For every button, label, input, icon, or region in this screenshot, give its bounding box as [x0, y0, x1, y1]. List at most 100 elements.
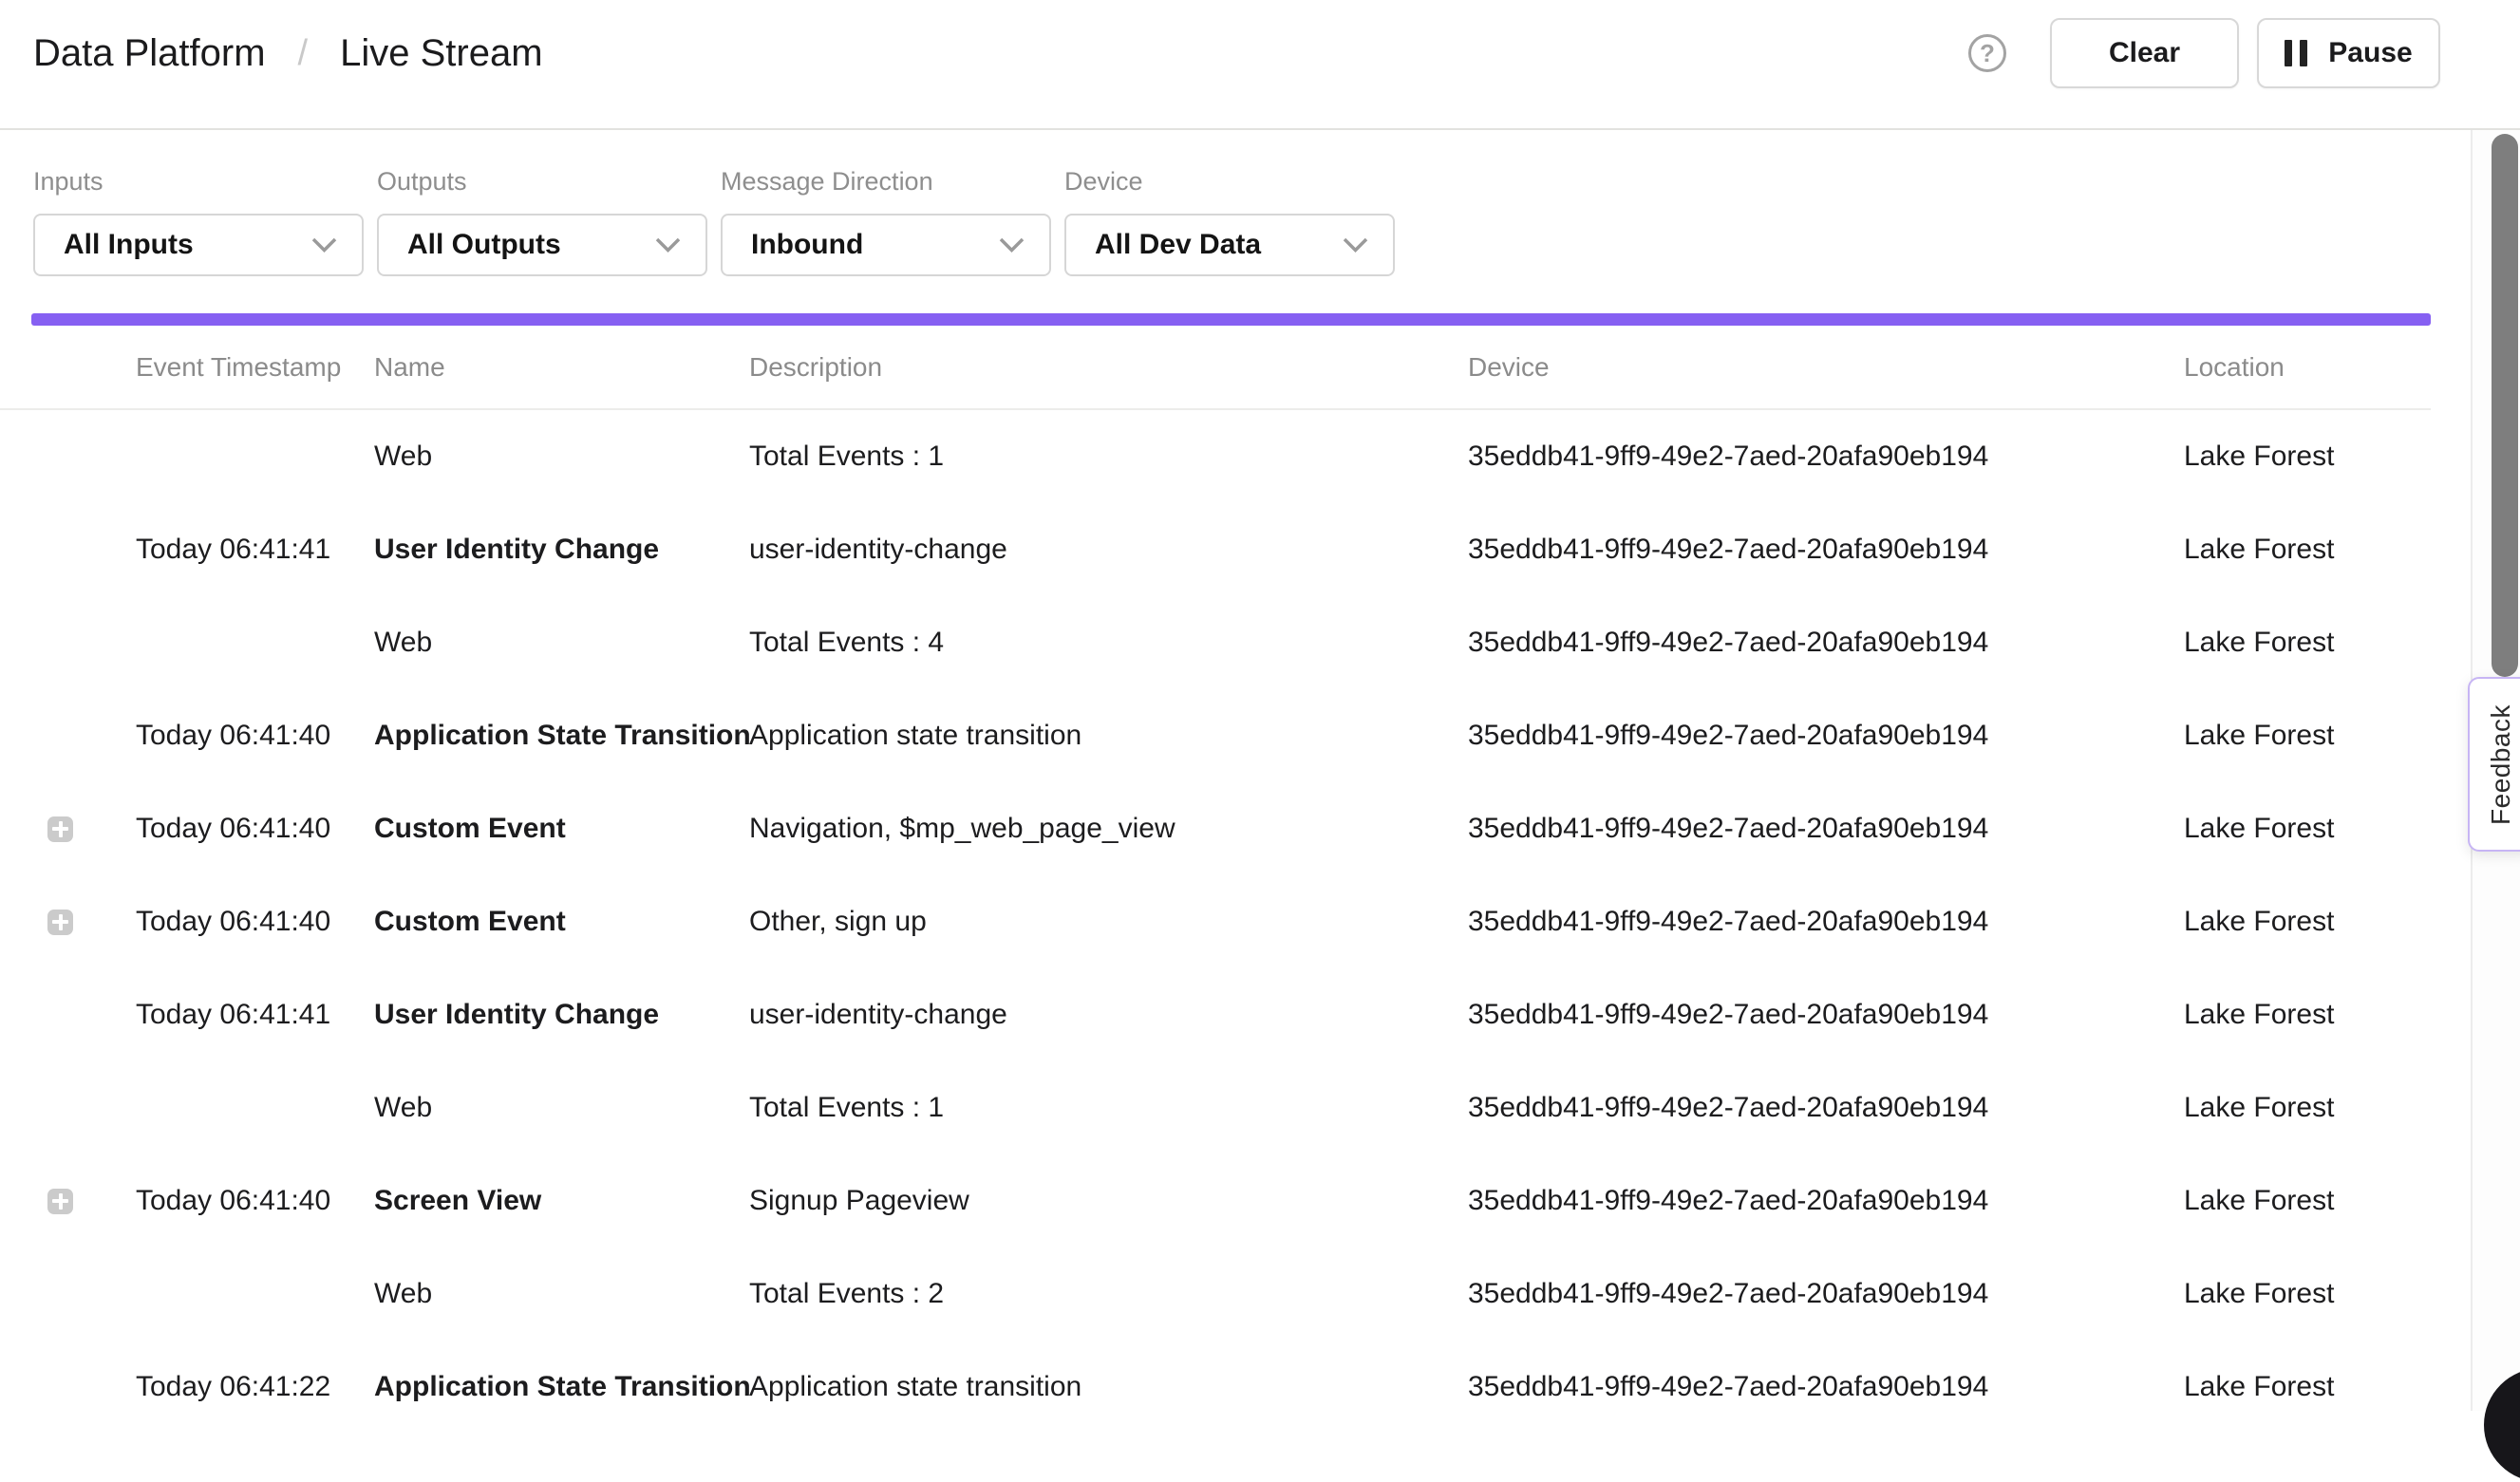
pause-button[interactable]: Pause	[2257, 18, 2440, 88]
column-header-device: Device	[1468, 352, 2184, 383]
cell-device: 35eddb41-9ff9-49e2-7aed-20afa90eb194	[1468, 1371, 2184, 1403]
clear-button[interactable]: Clear	[2050, 18, 2239, 88]
chevron-down-icon	[311, 237, 337, 253]
cell-name: Screen View	[374, 1185, 749, 1217]
cell-timestamp: Today 06:41:22	[136, 1371, 374, 1403]
cell-name: Web	[374, 627, 749, 659]
cell-description: Total Events : 1	[749, 1092, 1468, 1124]
feedback-tab[interactable]: Feedback	[2468, 677, 2520, 852]
table-row[interactable]: Today 06:41:40Custom EventOther, sign up…	[0, 875, 2431, 968]
cell-description: Total Events : 1	[749, 441, 1468, 473]
filter-label-message-direction: Message Direction	[721, 167, 1051, 197]
table-row[interactable]: Today 06:41:40Application State Transiti…	[0, 689, 2431, 782]
filter-label-device: Device	[1064, 167, 1395, 197]
help-icon[interactable]: ?	[1968, 34, 2006, 72]
message-direction-select-value: Inbound	[751, 229, 863, 261]
chevron-down-icon	[999, 237, 1025, 253]
top-bar: Data Platform / Live Stream ? Clear Paus…	[0, 0, 2520, 128]
cell-device: 35eddb41-9ff9-49e2-7aed-20afa90eb194	[1468, 720, 2184, 752]
breadcrumb-data-platform[interactable]: Data Platform	[33, 32, 266, 75]
pause-icon	[2285, 40, 2307, 66]
expand-plus-icon[interactable]	[47, 910, 73, 935]
cell-timestamp: Today 06:41:40	[136, 1185, 374, 1217]
cell-description: Other, sign up	[749, 906, 1468, 938]
table-header-row: Event TimestampNameDescriptionDeviceLoca…	[0, 326, 2431, 410]
device-select[interactable]: All Dev Data	[1064, 214, 1395, 276]
cell-description: user-identity-change	[749, 534, 1468, 566]
table-row[interactable]: Today 06:41:41User Identity Changeuser-i…	[0, 503, 2431, 596]
outputs-select[interactable]: All Outputs	[377, 214, 707, 276]
table-row[interactable]: WebTotal Events : 235eddb41-9ff9-49e2-7a…	[0, 1248, 2431, 1341]
cell-location: Lake Forest	[2184, 1092, 2431, 1124]
expand-plus-icon[interactable]	[47, 1189, 73, 1214]
cell-description: Application state transition	[749, 720, 1468, 752]
cell-name: Web	[374, 441, 749, 473]
cell-timestamp: Today 06:41:40	[136, 813, 374, 845]
cell-location: Lake Forest	[2184, 720, 2431, 752]
breadcrumb-live-stream: Live Stream	[340, 32, 542, 75]
cell-description: Signup Pageview	[749, 1185, 1468, 1217]
breadcrumb-separator-icon: /	[298, 33, 309, 74]
expand-plus-icon[interactable]	[47, 816, 73, 842]
filter-label-inputs: Inputs	[33, 167, 364, 197]
cell-description: Total Events : 2	[749, 1278, 1468, 1310]
cell-location: Lake Forest	[2184, 534, 2431, 566]
inputs-select[interactable]: All Inputs	[33, 214, 364, 276]
outputs-select-value: All Outputs	[407, 229, 561, 261]
top-bar-actions: ? Clear Pause	[1968, 0, 2440, 106]
cell-device: 35eddb41-9ff9-49e2-7aed-20afa90eb194	[1468, 1185, 2184, 1217]
cell-name: User Identity Change	[374, 534, 749, 566]
cell-device: 35eddb41-9ff9-49e2-7aed-20afa90eb194	[1468, 813, 2184, 845]
scrollbar-thumb[interactable]	[2492, 134, 2518, 677]
cell-device: 35eddb41-9ff9-49e2-7aed-20afa90eb194	[1468, 906, 2184, 938]
cell-name: Web	[374, 1278, 749, 1310]
cell-device: 35eddb41-9ff9-49e2-7aed-20afa90eb194	[1468, 627, 2184, 659]
column-header-description: Description	[749, 352, 1468, 383]
column-header-event-timestamp: Event Timestamp	[136, 352, 374, 383]
cell-device: 35eddb41-9ff9-49e2-7aed-20afa90eb194	[1468, 441, 2184, 473]
accent-bar	[31, 313, 2431, 326]
cell-description: Total Events : 4	[749, 627, 1468, 659]
table-row[interactable]: Today 06:41:41User Identity Changeuser-i…	[0, 968, 2431, 1061]
column-header-location: Location	[2184, 352, 2431, 383]
table-row[interactable]: WebTotal Events : 135eddb41-9ff9-49e2-7a…	[0, 410, 2431, 503]
cell-timestamp: Today 06:41:41	[136, 999, 374, 1031]
message-direction-select[interactable]: Inbound	[721, 214, 1051, 276]
chevron-down-icon	[1343, 237, 1368, 253]
cell-location: Lake Forest	[2184, 1278, 2431, 1310]
table-row[interactable]: Today 06:41:40Custom EventNavigation, $m…	[0, 782, 2431, 875]
live-stream-table: Event TimestampNameDescriptionDeviceLoca…	[0, 326, 2431, 1434]
filter-message-direction: Message Direction Inbound	[721, 167, 1051, 276]
filters-bar: Inputs All Inputs Outputs All Outputs Me…	[33, 167, 1395, 276]
pause-button-label: Pause	[2328, 37, 2412, 69]
cell-description: user-identity-change	[749, 999, 1468, 1031]
filter-outputs: Outputs All Outputs	[377, 167, 707, 276]
filter-label-outputs: Outputs	[377, 167, 707, 197]
breadcrumb: Data Platform / Live Stream	[33, 0, 543, 106]
cell-device: 35eddb41-9ff9-49e2-7aed-20afa90eb194	[1468, 1092, 2184, 1124]
cell-expand	[0, 910, 136, 935]
cell-location: Lake Forest	[2184, 813, 2431, 845]
column-header-name: Name	[374, 352, 749, 383]
cell-name: Custom Event	[374, 906, 749, 938]
table-row[interactable]: WebTotal Events : 135eddb41-9ff9-49e2-7a…	[0, 1061, 2431, 1154]
header-divider	[0, 128, 2520, 130]
cell-expand	[0, 816, 136, 842]
feedback-tab-label: Feedback	[2486, 704, 2516, 825]
cell-location: Lake Forest	[2184, 627, 2431, 659]
device-select-value: All Dev Data	[1095, 229, 1261, 261]
cell-description: Application state transition	[749, 1371, 1468, 1403]
table-body: WebTotal Events : 135eddb41-9ff9-49e2-7a…	[0, 410, 2431, 1434]
filter-device: Device All Dev Data	[1064, 167, 1395, 276]
table-row[interactable]: Today 06:41:22Application State Transiti…	[0, 1341, 2431, 1434]
cell-name: Custom Event	[374, 813, 749, 845]
table-row[interactable]: WebTotal Events : 435eddb41-9ff9-49e2-7a…	[0, 596, 2431, 689]
cell-location: Lake Forest	[2184, 906, 2431, 938]
cell-location: Lake Forest	[2184, 999, 2431, 1031]
cell-location: Lake Forest	[2184, 441, 2431, 473]
table-row[interactable]: Today 06:41:40Screen ViewSignup Pageview…	[0, 1154, 2431, 1248]
cell-name: Application State Transition	[374, 720, 749, 752]
inputs-select-value: All Inputs	[64, 229, 194, 261]
cell-location: Lake Forest	[2184, 1371, 2431, 1403]
cell-name: User Identity Change	[374, 999, 749, 1031]
